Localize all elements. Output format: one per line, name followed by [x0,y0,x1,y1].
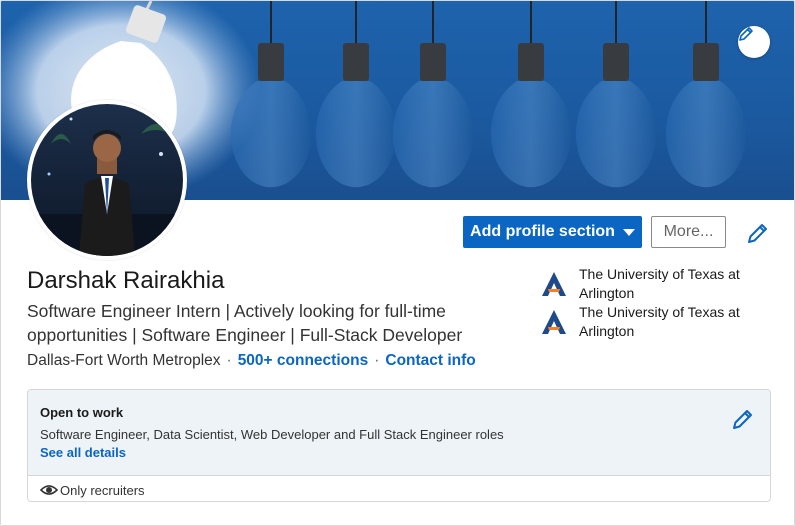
open-to-work-details: Open to work Software Engineer, Data Sci… [28,390,770,475]
uta-logo-icon [542,272,566,296]
separator-dot: · [226,352,232,369]
edit-banner-button[interactable] [738,26,770,58]
contact-info-link[interactable]: Contact info [385,352,475,369]
add-profile-section-button[interactable]: Add profile section [463,216,642,248]
edit-intro-pencil-icon[interactable] [746,221,770,245]
visibility-label: Only recruiters [60,483,145,498]
open-to-work-card: Open to work Software Engineer, Data Sci… [27,389,771,502]
edit-open-to-work-pencil-icon[interactable] [731,407,755,431]
profile-location: Dallas-Fort Worth Metroplex [27,352,221,369]
caret-down-icon [622,228,635,236]
education-item[interactable]: The University of Texas at Arlington [541,265,771,303]
more-button[interactable]: More... [651,216,726,248]
pencil-icon [739,27,753,41]
see-all-details-link[interactable]: See all details [40,445,126,460]
profile-photo-image [31,104,183,256]
profile-card: Add profile section More... Darshak Rair… [0,0,795,526]
education-item[interactable]: The University of Texas at Arlington [541,303,771,341]
education-school: The University of Texas at Arlington [579,266,740,301]
profile-photo[interactable] [27,100,187,260]
eye-icon [40,485,58,495]
education-school: The University of Texas at Arlington [579,304,740,339]
connections-link[interactable]: 500+ connections [238,352,369,369]
open-to-work-roles: Software Engineer, Data Scientist, Web D… [40,427,504,442]
profile-name: Darshak Rairakhia [27,267,225,294]
add-profile-section-label: Add profile section [470,223,615,240]
profile-headline: Software Engineer Intern | Actively look… [27,301,463,345]
open-to-work-visibility: Only recruiters [28,475,770,501]
separator-dot: · [374,352,380,369]
open-to-work-title: Open to work [40,405,124,420]
uta-logo-icon [542,310,566,334]
profile-meta: Dallas-Fort Worth Metroplex · 500+ connect… [27,352,476,370]
